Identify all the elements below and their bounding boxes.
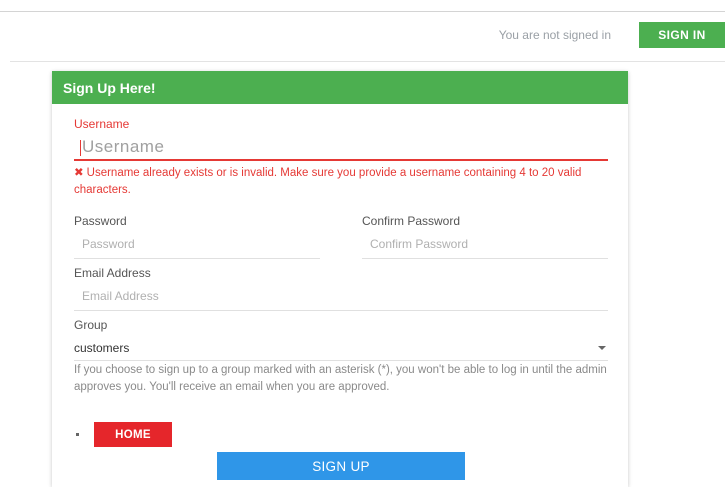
- dropdown-caret-icon: [598, 346, 606, 350]
- username-error-text: Username already exists or is invalid. M…: [74, 167, 582, 196]
- card-title: Sign Up Here!: [52, 71, 628, 104]
- group-selected-value: customers: [74, 341, 130, 355]
- username-placeholder: Username: [82, 137, 165, 156]
- group-select[interactable]: customers: [74, 341, 608, 361]
- password-label: Password: [74, 214, 127, 228]
- list-bullet: [76, 433, 79, 436]
- username-input[interactable]: Username: [74, 137, 608, 161]
- header-divider: [10, 61, 725, 62]
- password-input[interactable]: Password: [74, 237, 320, 259]
- sign-up-button[interactable]: SIGN UP: [217, 452, 465, 480]
- home-button[interactable]: HOME: [94, 422, 172, 447]
- sign-in-button[interactable]: SIGN IN: [639, 22, 725, 48]
- confirm-password-input[interactable]: Confirm Password: [362, 237, 608, 259]
- confirm-password-label: Confirm Password: [362, 214, 461, 228]
- text-cursor: [80, 139, 81, 156]
- signin-status-text: You are not signed in: [498, 28, 611, 42]
- page: You are not signed in SIGN IN Sign Up He…: [0, 0, 725, 487]
- email-label: Email Address: [74, 266, 151, 280]
- error-x-icon: ✖: [74, 167, 84, 179]
- username-error-message: ✖ Username already exists or is invalid. …: [74, 165, 614, 199]
- group-help-text: If you choose to sign up to a group mark…: [74, 364, 607, 393]
- group-label: Group: [74, 318, 108, 332]
- signup-card: Sign Up Here! Username Username ✖ Usernam…: [52, 71, 628, 487]
- top-bar: You are not signed in SIGN IN: [499, 22, 725, 48]
- username-label: Username: [74, 117, 130, 131]
- email-input[interactable]: Email Address: [74, 289, 608, 311]
- top-divider: [0, 11, 725, 12]
